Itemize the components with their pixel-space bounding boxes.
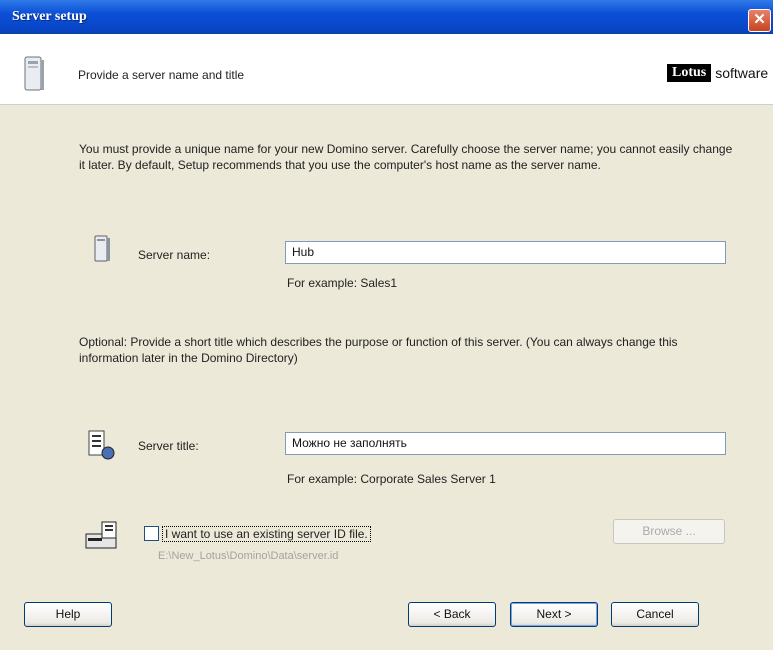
- server-title-input[interactable]: Можно не заполнять: [285, 432, 726, 455]
- server-name-input[interactable]: Hub: [285, 241, 726, 264]
- back-button[interactable]: < Back: [408, 602, 496, 627]
- existing-id-label[interactable]: I want to use an existing server ID file…: [162, 526, 371, 542]
- server-title-label: Server title:: [138, 439, 199, 453]
- optional-text: Optional: Provide a short title which de…: [79, 335, 678, 365]
- server-setup-dialog: Server setup ✕ Provide a server name and…: [0, 0, 773, 650]
- id-file-icon: [85, 521, 117, 549]
- existing-id-path: E:\New_Lotus\Domino\Data\server.id: [158, 550, 339, 562]
- help-button[interactable]: Help: [24, 602, 112, 627]
- cancel-button[interactable]: Cancel: [611, 602, 699, 627]
- close-icon: ✕: [753, 11, 766, 28]
- intro-text: You must provide a unique name for your …: [79, 142, 733, 172]
- server-name-icon: [94, 235, 110, 262]
- browse-button[interactable]: Browse ...: [613, 519, 725, 544]
- title-bar[interactable]: Server setup ✕: [0, 0, 773, 34]
- header-text: Provide a server name and title: [78, 68, 245, 82]
- server-name-label: Server name:: [138, 248, 211, 262]
- lotus-software-logo: Lotus software: [667, 62, 768, 84]
- logo-brand: Lotus: [667, 64, 712, 82]
- server-title-hint: For example: Corporate Sales Server 1: [287, 472, 496, 486]
- close-button[interactable]: ✕: [748, 9, 771, 32]
- next-button[interactable]: Next >: [510, 602, 598, 627]
- wizard-header: Provide a server name and title Lotus so…: [0, 34, 773, 105]
- server-name-hint: For example: Sales1: [287, 276, 398, 290]
- logo-suffix: software: [715, 65, 769, 81]
- existing-id-checkbox[interactable]: [144, 526, 159, 541]
- window-title: Server setup: [12, 9, 87, 24]
- server-title-icon: [88, 430, 115, 460]
- server-icon: [24, 56, 44, 91]
